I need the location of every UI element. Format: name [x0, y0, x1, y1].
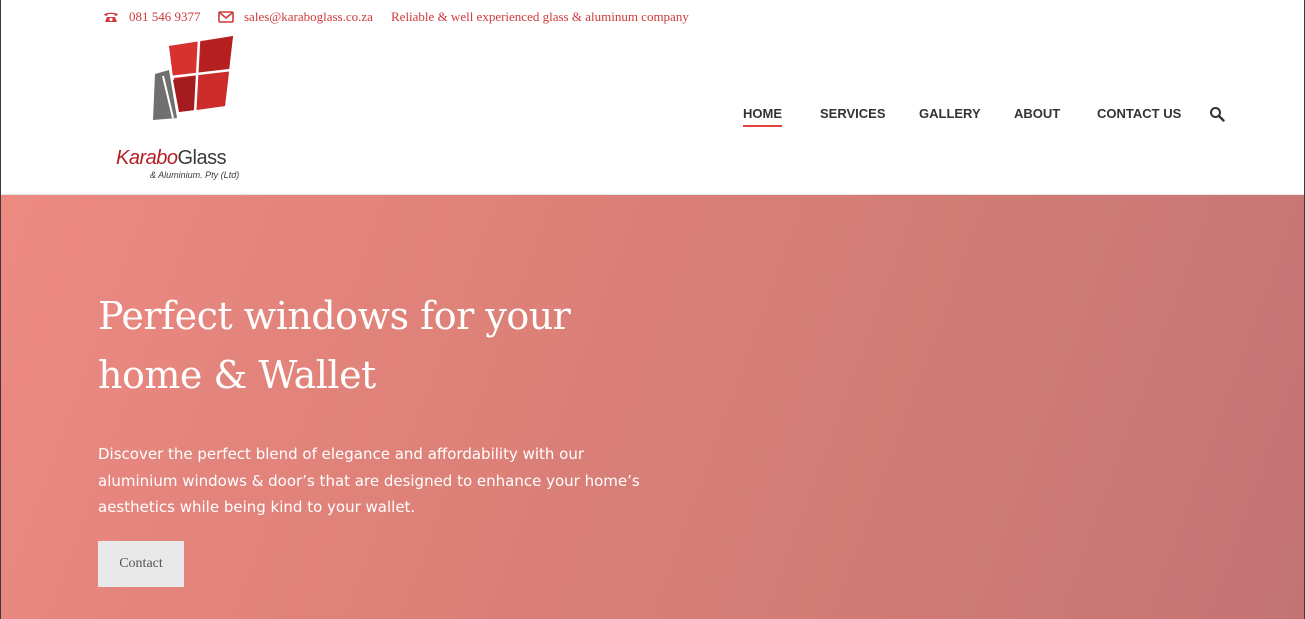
top-bar: 081 546 9377 sales@karaboglass.co.za Rel… [1, 0, 1304, 32]
email-address[interactable]: sales@karaboglass.co.za [244, 9, 373, 25]
topbar-tagline: Reliable & well experienced glass & alum… [391, 9, 689, 25]
phone-icon [104, 12, 118, 22]
hero-title: Perfect windows for your home & Wallet [98, 294, 571, 397]
phone-number[interactable]: 081 546 9377 [129, 9, 201, 25]
logo-subtitle: & Aluminium. Pty (Ltd) [150, 170, 240, 180]
nav-item-about[interactable]: ABOUT [1014, 106, 1060, 121]
mail-icon [218, 11, 234, 23]
nav-item-home[interactable]: HOME [743, 106, 782, 127]
logo-name-part1: Karabo [116, 147, 178, 169]
search-icon[interactable] [1209, 106, 1225, 122]
nav-item-gallery[interactable]: GALLERY [919, 106, 981, 121]
logo-name-part2: Glass [177, 147, 227, 169]
site-header: 081 546 9377 sales@karaboglass.co.za Rel… [1, 0, 1304, 195]
nav-item-contact-us[interactable]: CONTACT US [1097, 106, 1181, 121]
topbar-phone[interactable]: 081 546 9377 [103, 9, 201, 25]
tagline-text: Reliable & well experienced glass & alum… [391, 9, 689, 24]
page: 081 546 9377 sales@karaboglass.co.za Rel… [0, 0, 1305, 619]
contact-button[interactable]: Contact [98, 541, 184, 587]
hero-description: Discover the perfect blend of elegance a… [98, 445, 640, 516]
nav-item-services[interactable]: SERVICES [820, 106, 886, 121]
logo-wordmark: KaraboGlass [116, 147, 227, 170]
topbar-email[interactable]: sales@karaboglass.co.za [218, 9, 373, 25]
hero-section: Perfect windows for your home & Wallet D… [1, 195, 1304, 619]
main-nav: HOME SERVICES GALLERY ABOUT CONTACT US [1, 106, 1304, 127]
